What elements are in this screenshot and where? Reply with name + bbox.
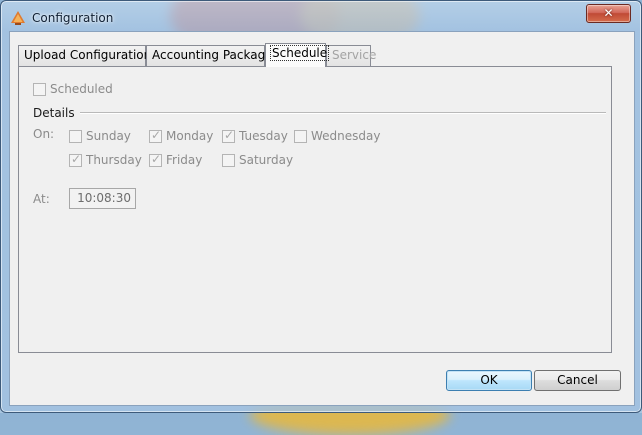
checkbox-box bbox=[69, 129, 82, 143]
cancel-button[interactable]: Cancel bbox=[534, 370, 621, 391]
thursday-checkbox[interactable]: ✓ Thursday bbox=[69, 151, 142, 167]
tuesday-checkbox[interactable]: ✓ Tuesday bbox=[222, 127, 288, 143]
checkbox-box bbox=[294, 129, 307, 143]
at-label: At: bbox=[33, 192, 50, 206]
ok-button[interactable]: OK bbox=[446, 370, 532, 391]
time-field[interactable]: 10:08:30 bbox=[69, 188, 136, 209]
check-icon: ✓ bbox=[224, 127, 235, 142]
scheduled-checkbox[interactable]: Scheduled bbox=[33, 82, 113, 96]
saturday-checkbox[interactable]: Saturday bbox=[222, 153, 293, 167]
tab-label: Service bbox=[332, 48, 377, 62]
tab-upload-configuration[interactable]: Upload Configuration bbox=[18, 45, 151, 66]
check-icon: ✓ bbox=[151, 151, 162, 166]
dialog-client-area: Upload Configuration Accounting Package … bbox=[9, 31, 635, 406]
tab-service[interactable]: Service bbox=[326, 45, 376, 66]
window-title: Configuration bbox=[32, 11, 114, 25]
wednesday-checkbox[interactable]: Wednesday bbox=[294, 129, 380, 143]
checkbox-box: ✓ bbox=[222, 127, 235, 143]
check-icon: ✓ bbox=[151, 127, 162, 142]
check-icon: ✓ bbox=[71, 151, 82, 166]
checkbox-box bbox=[33, 82, 46, 96]
day-label: Saturday bbox=[239, 153, 294, 167]
close-button[interactable]: ✕ bbox=[586, 4, 631, 23]
tab-schedule[interactable]: Schedule bbox=[265, 43, 330, 67]
monday-checkbox[interactable]: ✓ Monday bbox=[149, 127, 214, 143]
day-label: Thursday bbox=[86, 153, 142, 167]
tab-label: Accounting Package bbox=[152, 48, 273, 62]
tab-label: Schedule bbox=[269, 45, 330, 61]
details-separator bbox=[80, 112, 606, 113]
tab-accounting-package[interactable]: Accounting Package bbox=[146, 45, 273, 66]
close-icon: ✕ bbox=[603, 6, 614, 20]
on-label: On: bbox=[33, 127, 55, 141]
title-bar[interactable]: Configuration ✕ bbox=[1, 1, 641, 35]
scheduled-label: Scheduled bbox=[50, 82, 113, 96]
day-label: Tuesday bbox=[239, 129, 288, 143]
checkbox-box bbox=[222, 153, 235, 167]
friday-checkbox[interactable]: ✓ Friday bbox=[149, 151, 203, 167]
day-label: Sunday bbox=[86, 129, 131, 143]
tab-label: Upload Configuration bbox=[24, 48, 152, 62]
schedule-tab-panel: Scheduled Details On: Sunday ✓ Monday ✓ … bbox=[18, 66, 612, 353]
checkbox-box: ✓ bbox=[69, 151, 82, 167]
day-label: Friday bbox=[166, 153, 203, 167]
checkbox-box: ✓ bbox=[149, 127, 162, 143]
day-label: Wednesday bbox=[311, 129, 381, 143]
sunday-checkbox[interactable]: Sunday bbox=[69, 129, 131, 143]
day-label: Monday bbox=[166, 129, 214, 143]
app-logo-icon bbox=[11, 11, 25, 25]
configuration-window: Configuration ✕ Upload Configuration Acc… bbox=[0, 0, 642, 413]
checkbox-box: ✓ bbox=[149, 151, 162, 167]
details-group-label: Details bbox=[33, 106, 75, 120]
